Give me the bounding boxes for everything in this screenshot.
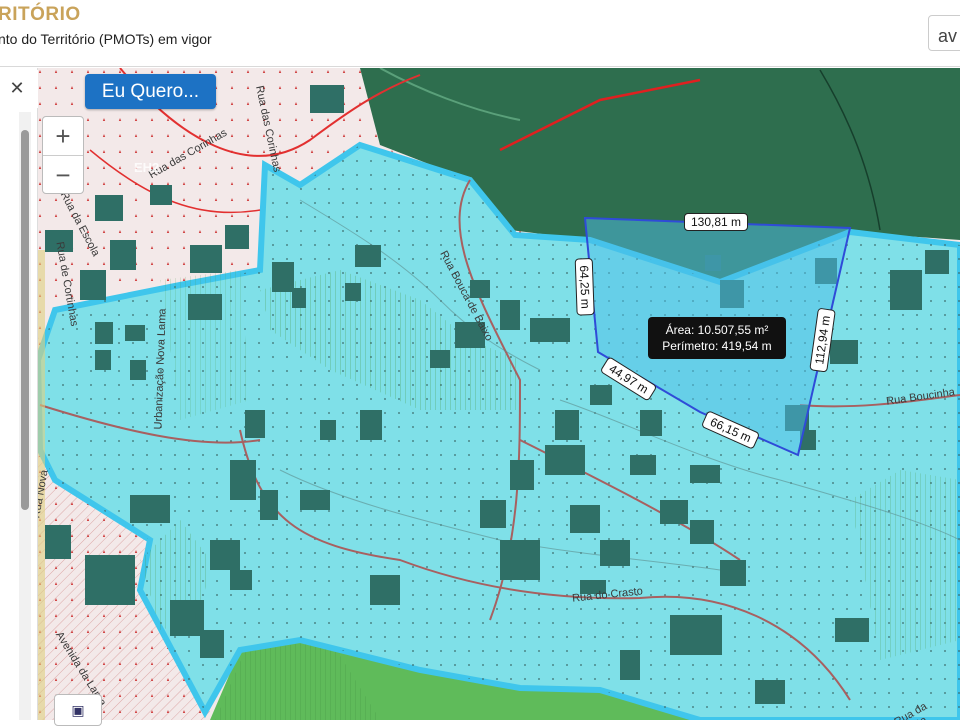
eu-quero-button[interactable]: Eu Quero... [85, 74, 216, 109]
search-input[interactable] [928, 15, 960, 51]
zone-label: EH2 [134, 160, 160, 175]
area-text: Área: 10.507,55 m² [665, 323, 769, 337]
page-subtitle: nto do Território (PMOTs) em vigor [0, 31, 212, 47]
zoom-control: + − [42, 116, 84, 194]
map-canvas[interactable]: Rua das Corinhas Rua das Corinhas Rua da… [38, 68, 960, 720]
header: RITÓRIO nto do Território (PMOTs) em vig… [0, 0, 960, 67]
zoom-out-button[interactable]: − [43, 155, 83, 193]
measure-result-tooltip: Área: 10.507,55 m² Perímetro: 419,54 m [648, 317, 786, 359]
layers-icon[interactable]: ▣ [54, 694, 102, 726]
close-icon[interactable]: ✕ [0, 68, 34, 108]
measure-label-left: 64,25 m [574, 258, 595, 316]
zoom-in-button[interactable]: + [43, 117, 83, 155]
app-brand: RITÓRIO [0, 4, 81, 25]
perimeter-text: Perímetro: 419,54 m [662, 339, 772, 353]
measure-label-top: 130,81 m [684, 213, 749, 231]
scrollbar-thumb[interactable] [21, 130, 29, 510]
